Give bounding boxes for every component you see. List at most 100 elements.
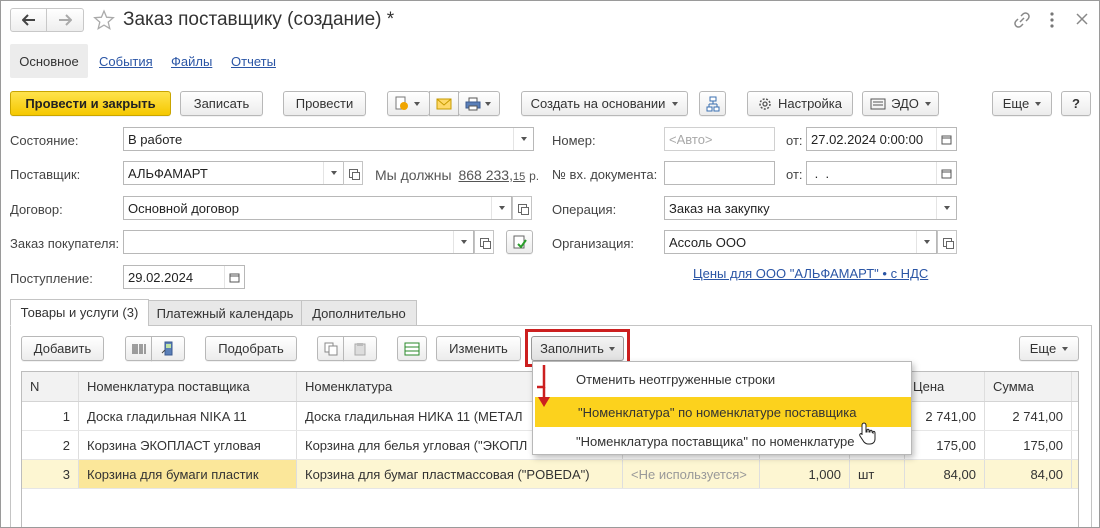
save-button[interactable]: Записать [180, 91, 263, 116]
scanner-button[interactable] [151, 336, 185, 361]
chevron-down-icon [672, 101, 679, 106]
help-button[interactable]: ? [1061, 91, 1091, 116]
change-button[interactable]: Изменить [436, 336, 521, 361]
operation-field[interactable]: Заказ на закупку [664, 196, 957, 220]
mouse-cursor-icon [859, 422, 876, 445]
tab-reports[interactable]: Отчеты [231, 54, 276, 69]
dropdown-arrow-icon[interactable] [453, 231, 473, 253]
tab-events[interactable]: События [99, 54, 153, 69]
edo-label: ЭДО [891, 96, 919, 111]
debt-amount-link[interactable]: 868 233,15 [458, 167, 525, 183]
tab-files[interactable]: Файлы [171, 54, 212, 69]
link-icon[interactable] [1013, 11, 1031, 32]
col-price[interactable]: Цена [905, 372, 985, 401]
table-row-selected[interactable]: 3 Корзина для бумаги пластик Корзина для… [22, 460, 1078, 489]
menu-item-supplier-item-by-item[interactable]: "Номенклатура поставщика" по номенклатур… [533, 426, 911, 456]
envelope-icon [436, 98, 452, 109]
dropdown-arrow-icon[interactable] [916, 231, 936, 253]
menu-item-cancel-unshipped[interactable]: Отменить неотгруженные строки [533, 364, 911, 394]
col-sum[interactable]: Сумма [985, 372, 1072, 401]
incoming-date-field[interactable]: . . [806, 161, 957, 185]
forward-button[interactable] [47, 8, 84, 32]
fill-dropdown-menu: Отменить неотгруженные строки "Номенклат… [532, 361, 912, 455]
structure-button[interactable] [699, 91, 726, 116]
calendar-icon[interactable] [936, 162, 956, 184]
incoming-date-value: . . [811, 165, 830, 181]
col-n[interactable]: N [22, 372, 79, 401]
receipt-date-field[interactable]: 29.02.2024 [123, 265, 245, 289]
open-organization-button[interactable] [937, 230, 957, 254]
documents-menu-button[interactable] [387, 91, 430, 116]
contract-label: Договор: [10, 202, 63, 217]
state-value: В работе [128, 131, 183, 147]
send-email-button[interactable] [429, 91, 459, 116]
incoming-doc-field[interactable] [664, 161, 775, 185]
chevron-down-icon [485, 101, 491, 106]
close-icon[interactable] [1074, 11, 1090, 30]
more-button[interactable]: Еще [992, 91, 1052, 116]
contract-field[interactable]: Основной договор [123, 196, 512, 220]
dropdown-arrow-icon[interactable] [323, 162, 343, 184]
table-more-button[interactable]: Еще [1019, 336, 1079, 361]
post-button[interactable]: Провести [283, 91, 366, 116]
cell-item: Корзина для бумаг пластмассовая ("POBEDA… [297, 460, 623, 488]
cell-characteristic: <Не используется> [623, 460, 760, 488]
debt-currency: р. [529, 169, 540, 183]
date-value: 27.02.2024 0:00:00 [811, 131, 924, 147]
add-button[interactable]: Добавить [21, 336, 104, 361]
paste-rows-button[interactable] [343, 336, 377, 361]
hierarchy-icon [706, 96, 719, 111]
tab-payment-calendar[interactable]: Платежный календарь [148, 300, 302, 326]
calendar-icon[interactable] [224, 266, 244, 288]
barcode-button[interactable] [125, 336, 152, 361]
customer-order-field[interactable] [123, 230, 474, 254]
create-based-on-label: Создать на основании [530, 96, 666, 111]
customer-order-label: Заказ покупателя: [10, 236, 120, 251]
edo-button[interactable]: ЭДО [862, 91, 939, 116]
prices-link[interactable]: Цены для ООО "АЛЬФАМАРТ" • с НДС [693, 266, 928, 281]
cell-sum: 175,00 [985, 431, 1072, 459]
fill-button[interactable]: Заполнить [531, 336, 624, 361]
number-field[interactable]: <Авто> [664, 127, 775, 151]
tab-goods-services[interactable]: Товары и услуги (3) [10, 299, 149, 326]
cell-n: 1 [22, 402, 79, 430]
calendar-icon[interactable] [936, 128, 956, 150]
print-menu-button[interactable] [458, 91, 500, 116]
contract-value: Основной договор [128, 200, 239, 216]
open-customer-order-button[interactable] [474, 230, 494, 254]
col-supplier-item[interactable]: Номенклатура поставщика [79, 372, 297, 401]
menu-item-item-by-supplier-item[interactable]: "Номенклатура" по номенклатуре поставщик… [535, 397, 911, 427]
organization-field[interactable]: Ассоль ООО [664, 230, 937, 254]
bulk-edit-button[interactable] [397, 336, 427, 361]
open-contract-button[interactable] [512, 196, 532, 220]
arrow-left-icon [21, 14, 35, 26]
arrow-right-icon [59, 14, 72, 26]
dropdown-arrow-icon[interactable] [936, 197, 956, 219]
fill-label: Заполнить [540, 341, 604, 356]
favorite-star-icon[interactable] [93, 9, 115, 34]
pick-button[interactable]: Подобрать [205, 336, 297, 361]
settings-button[interactable]: Настройка [747, 91, 853, 116]
date-field[interactable]: 27.02.2024 0:00:00 [806, 127, 957, 151]
dropdown-arrow-icon[interactable] [513, 128, 533, 150]
pick-customer-order-button[interactable] [506, 230, 533, 254]
copy-rows-button[interactable] [317, 336, 344, 361]
state-field[interactable]: В работе [123, 127, 534, 151]
post-and-close-button[interactable]: Провести и закрыть [10, 91, 171, 116]
tab-additional[interactable]: Дополнительно [301, 300, 417, 326]
organization-label: Организация: [552, 236, 635, 251]
printer-icon [465, 97, 481, 110]
supplier-field[interactable]: АЛЬФАМАРТ [123, 161, 344, 185]
operation-value: Заказ на закупку [669, 200, 770, 216]
create-based-on-button[interactable]: Создать на основании [521, 91, 688, 116]
select-document-icon [513, 235, 527, 249]
open-icon [942, 237, 954, 249]
table-edit-icon [404, 342, 420, 355]
chevron-down-icon [608, 346, 615, 351]
tab-main[interactable]: Основное [10, 44, 88, 78]
more-vertical-icon[interactable] [1047, 11, 1057, 32]
documents-icon [395, 96, 408, 110]
back-button[interactable] [10, 8, 47, 32]
dropdown-arrow-icon[interactable] [491, 197, 511, 219]
open-supplier-button[interactable] [343, 161, 363, 185]
